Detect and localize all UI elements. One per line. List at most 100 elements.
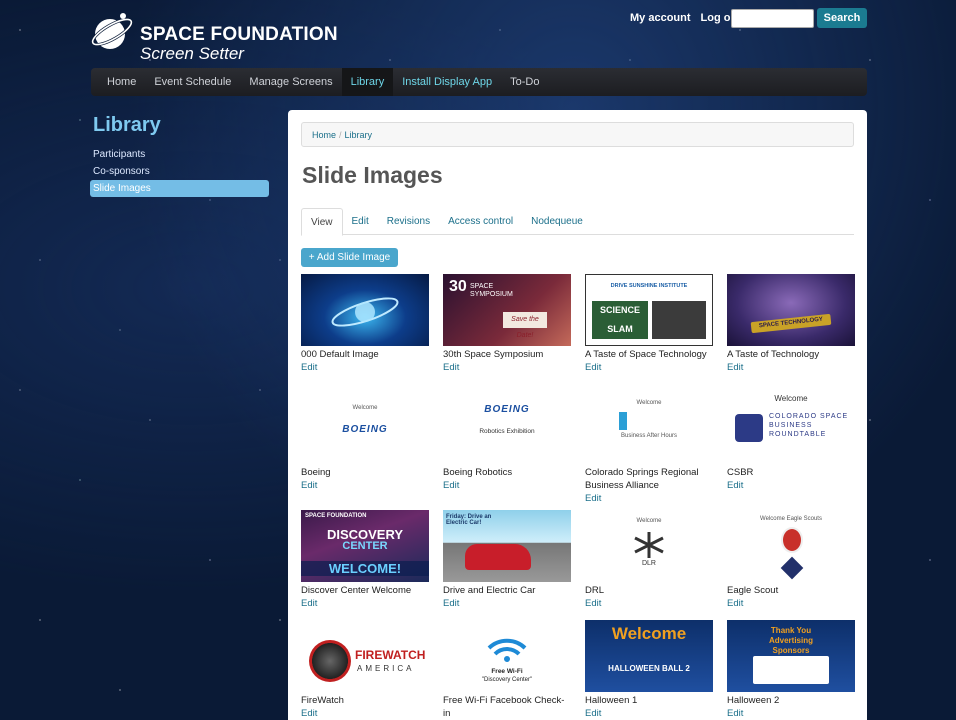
edit-link[interactable]: Edit: [585, 492, 713, 505]
slide-thumbnail[interactable]: Free Wi-Fi "Discovery Center": [443, 620, 571, 692]
slide-card: BOEING Robotics Exhibition Boeing Roboti…: [443, 392, 571, 492]
sponsor-logos: [753, 656, 829, 684]
brand-logo[interactable]: SPACE FOUNDATION Screen Setter: [90, 10, 338, 64]
slide-thumbnail[interactable]: Welcome Business After Hours: [585, 392, 713, 464]
edit-link[interactable]: Edit: [585, 707, 713, 720]
edit-link[interactable]: Edit: [443, 479, 571, 492]
slide-title: A Taste of Space Technology: [585, 349, 707, 360]
slide-card: 30 SPACE SYMPOSIUM Save the Date! 30th S…: [443, 274, 571, 374]
welcome-caption: Welcome: [774, 394, 808, 403]
halloween-welcome-label: Welcome: [611, 624, 687, 643]
slide-title: 30th Space Symposium: [443, 349, 544, 360]
orbit-logo-icon: [331, 297, 399, 327]
boeing-logo: BOEING: [342, 424, 388, 435]
tab-access-control[interactable]: Access control: [439, 208, 522, 235]
csbr-logo-text: COLORADO SPACE BUSINESS ROUNDTABLE: [769, 413, 849, 438]
edit-link[interactable]: Edit: [301, 361, 429, 374]
main-nav: Home Event Schedule Manage Screens Libra…: [91, 68, 867, 96]
slide-thumbnail[interactable]: 30 SPACE SYMPOSIUM Save the Date!: [443, 274, 571, 346]
edit-link[interactable]: Edit: [443, 361, 571, 374]
slide-card: Thank You Advertising Sponsors Halloween…: [727, 620, 855, 720]
slide-thumbnail[interactable]: SPACE TECHNOLOGY: [727, 274, 855, 346]
drive-electric-label: Friday: Drive an Electric Car!: [446, 514, 492, 526]
tab-edit[interactable]: Edit: [343, 208, 378, 235]
search-input[interactable]: [731, 9, 814, 28]
my-account-link[interactable]: My account: [630, 12, 691, 24]
edit-link[interactable]: Edit: [443, 597, 571, 610]
edit-link[interactable]: Edit: [727, 707, 855, 720]
slide-thumbnail[interactable]: SPACE FOUNDATION DISCOVERY CENTER WELCOM…: [301, 510, 429, 582]
slide-thumbnail[interactable]: [301, 274, 429, 346]
sidebar-item-slide-images[interactable]: Slide Images: [90, 180, 269, 197]
edit-link[interactable]: Edit: [727, 597, 855, 610]
nav-library[interactable]: Library: [341, 68, 394, 96]
nav-manage-screens[interactable]: Manage Screens: [240, 68, 341, 96]
slide-title: CSBR: [727, 467, 754, 478]
slide-card: Welcome DLR DRL Edit: [585, 510, 713, 610]
slide-title: Discover Center Welcome: [301, 585, 412, 596]
america-label: AMERICA: [357, 664, 415, 673]
nav-event-schedule[interactable]: Event Schedule: [145, 68, 240, 96]
slide-thumbnail[interactable]: BOEING Robotics Exhibition: [443, 392, 571, 464]
science-slam-label: SCIENCE SLAM: [592, 301, 648, 339]
slide-card: Welcome COLORADO SPACE BUSINESS ROUNDTAB…: [727, 392, 855, 492]
electric-car-icon: [465, 544, 531, 570]
edit-link[interactable]: Edit: [301, 707, 429, 720]
sidebar-item-participants[interactable]: Participants: [90, 146, 269, 163]
edit-link[interactable]: Edit: [585, 361, 713, 374]
orbit-logo-icon: [91, 13, 133, 49]
business-after-hours-caption: Business After Hours: [620, 433, 678, 439]
slide-title: Boeing Robotics: [443, 467, 513, 478]
slide-title: Halloween 1: [585, 695, 638, 706]
slide-thumbnail[interactable]: Welcome DLR: [585, 510, 713, 582]
search-button[interactable]: Search: [817, 8, 867, 28]
slide-card: DRIVE SUNSHINE INSTITUTE SCIENCE SLAM A …: [585, 274, 713, 374]
edit-link[interactable]: Edit: [727, 361, 855, 374]
slide-thumbnail[interactable]: Friday: Drive an Electric Car!: [443, 510, 571, 582]
slide-thumbnail[interactable]: DRIVE SUNSHINE INSTITUTE SCIENCE SLAM: [585, 274, 713, 346]
tab-nodequeue[interactable]: Nodequeue: [522, 208, 592, 235]
center-label: CENTER: [342, 540, 388, 552]
slide-card: Welcome BOEING Boeing Edit: [301, 392, 429, 492]
discovery-center-caption: "Discovery Center": [481, 677, 533, 683]
robotics-caption: Robotics Exhibition: [479, 428, 535, 435]
dlr-logo-icon: [634, 532, 664, 558]
slide-card: Welcome Business After Hours Colorado Sp…: [585, 392, 713, 505]
brand-subtitle: Screen Setter: [140, 44, 244, 63]
nav-install-display-app[interactable]: Install Display App: [393, 68, 501, 96]
brand-title: SPACE FOUNDATION: [140, 24, 338, 45]
breadcrumb-home[interactable]: Home: [312, 130, 336, 140]
slide-thumbnail[interactable]: Welcome Eagle Scouts: [727, 510, 855, 582]
tab-view[interactable]: View: [301, 208, 343, 236]
sidebar-item-co-sponsors[interactable]: Co-sponsors: [90, 163, 269, 180]
wifi-icon: [487, 638, 527, 662]
slide-title: FireWatch: [301, 695, 344, 706]
welcome-scouts-caption: Welcome Eagle Scouts: [760, 516, 822, 522]
drive-sunshine-label: DRIVE SUNSHINE INSTITUTE: [610, 283, 688, 289]
slide-thumbnail[interactable]: Welcome COLORADO SPACE BUSINESS ROUNDTAB…: [727, 392, 855, 464]
breadcrumb-library[interactable]: Library: [345, 130, 373, 140]
content-panel: Home / Library Slide Images View Edit Revi…: [288, 110, 867, 720]
slide-thumbnail[interactable]: FIREWATCH AMERICA: [301, 620, 429, 692]
slide-thumbnail[interactable]: Thank You Advertising Sponsors: [727, 620, 855, 692]
breadcrumb: Home / Library: [301, 122, 854, 147]
boeing-logo: BOEING: [484, 404, 530, 415]
tab-revisions[interactable]: Revisions: [378, 208, 439, 235]
nav-to-do[interactable]: To-Do: [501, 68, 548, 96]
edit-link[interactable]: Edit: [301, 597, 429, 610]
edit-link[interactable]: Edit: [727, 479, 855, 492]
nav-home[interactable]: Home: [91, 68, 145, 96]
slide-title: Halloween 2: [727, 695, 780, 706]
sidebar-title: Library: [93, 114, 161, 136]
slide-thumbnail[interactable]: Welcome BOEING: [301, 392, 429, 464]
edit-link[interactable]: Edit: [585, 597, 713, 610]
space-foundation-label: SPACE FOUNDATION: [305, 513, 367, 519]
symposium-number: 30: [449, 278, 467, 295]
slide-card: FIREWATCH AMERICA FireWatch Edit: [301, 620, 429, 720]
add-slide-image-button[interactable]: + Add Slide Image: [301, 248, 398, 267]
slide-thumbnail[interactable]: Welcome HALLOWEEN BALL 2: [585, 620, 713, 692]
welcome-caption: Welcome: [352, 405, 378, 411]
edit-link[interactable]: Edit: [301, 479, 429, 492]
thank-you-label: Thank You Advertising Sponsors: [768, 626, 813, 655]
free-wifi-caption: Free Wi-Fi: [491, 668, 523, 675]
